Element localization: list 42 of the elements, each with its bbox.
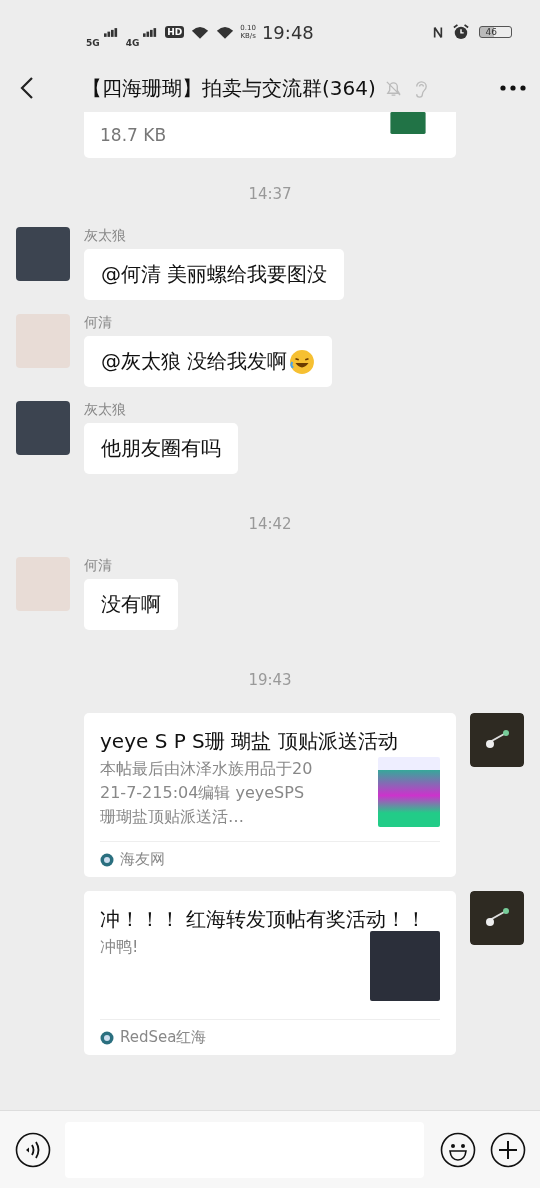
nfc-icon bbox=[432, 24, 443, 40]
photo-placeholder bbox=[378, 757, 440, 827]
message-text: @灰太狼 没给我发啊 bbox=[101, 348, 288, 375]
voice-input-icon[interactable] bbox=[15, 1131, 51, 1168]
battery-indicator: 46 bbox=[478, 26, 512, 38]
link-source: 海友网 bbox=[120, 850, 165, 869]
timestamp: 14:42 bbox=[247, 515, 293, 533]
photo-placeholder bbox=[370, 931, 440, 1001]
site-logo-icon bbox=[100, 852, 114, 867]
sender-name: 何清 bbox=[84, 314, 112, 332]
link-title: 冲！！！ 红海转发顶帖有奖活动！！ bbox=[100, 906, 428, 933]
smiley-icon[interactable] bbox=[440, 1131, 476, 1168]
link-source: RedSea红海 bbox=[120, 1028, 207, 1047]
signal-indicator: 5G bbox=[86, 38, 100, 48]
link-card[interactable]: yeye S P S珊 瑚盐 顶贴派送活动 本帖最后由沐泽水族用品于2021-7-215:04编辑 yeyeSPS珊瑚盐顶贴派送活… 海友网 bbox=[84, 713, 456, 877]
message-text: @何清 美丽螺给我要图没 bbox=[101, 261, 328, 288]
back-icon[interactable] bbox=[20, 76, 34, 100]
chat-title: 【四海珊瑚】拍卖与交流群(364) bbox=[82, 74, 376, 102]
message-text: 没有啊 bbox=[101, 591, 161, 618]
signal-bars-icon bbox=[103, 27, 118, 37]
link-description: 本帖最后由沐泽水族用品于2021-7-215:04编辑 yeyeSPS珊瑚盐顶贴派送活… bbox=[100, 758, 314, 828]
message-text: 他朋友圈有吗 bbox=[101, 435, 221, 462]
file-message-card[interactable]: 18.7 KB bbox=[84, 112, 456, 158]
sender-name: 灰太狼 bbox=[84, 227, 126, 245]
hd-badge: HD bbox=[165, 26, 185, 38]
signal-bars-icon bbox=[143, 27, 158, 37]
site-logo-icon bbox=[100, 1030, 114, 1045]
avatar-icon[interactable] bbox=[470, 891, 524, 945]
link-description: 冲鸭! bbox=[100, 936, 140, 958]
plus-icon[interactable] bbox=[490, 1131, 526, 1168]
link-card[interactable]: 冲！！！ 红海转发顶帖有奖活动！！ 冲鸭! RedSea红海 bbox=[84, 891, 456, 1055]
timestamp: 14:37 bbox=[247, 185, 293, 203]
sender-name: 何清 bbox=[84, 557, 112, 575]
file-size: 18.7 KB bbox=[100, 125, 167, 145]
avatar-icon[interactable] bbox=[470, 713, 524, 767]
timestamp: 19:43 bbox=[247, 671, 293, 689]
signal-indicator: 4G bbox=[125, 38, 140, 48]
link-title: yeye S P S珊 瑚盐 顶贴派送活动 bbox=[100, 728, 399, 755]
more-icon[interactable] bbox=[500, 85, 526, 91]
alarm-clock-icon bbox=[452, 24, 469, 40]
sender-name: 灰太狼 bbox=[84, 401, 126, 419]
clock-time: 19:48 bbox=[261, 21, 314, 43]
